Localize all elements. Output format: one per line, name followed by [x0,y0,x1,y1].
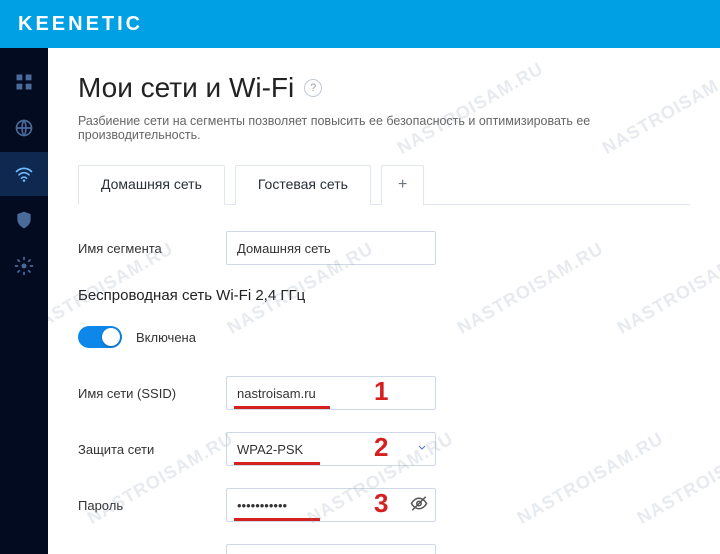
segment-name-input[interactable] [226,231,436,265]
segment-name-label: Имя сегмента [78,241,226,256]
wifi-enable-label: Включена [136,330,196,345]
row-security: Защита сети 2 [78,432,690,466]
sidebar-item-settings[interactable] [0,244,48,288]
row-schedule: Расписание работы [78,544,690,554]
dashboard-icon [14,72,34,92]
help-icon[interactable]: ? [304,79,322,97]
shield-icon [14,210,34,230]
tab-add[interactable]: + [381,165,424,205]
gear-icon [14,256,34,276]
security-label: Защита сети [78,442,226,457]
schedule-select[interactable] [226,544,436,554]
sidebar-item-wifi[interactable] [0,152,48,196]
tab-guest-network[interactable]: Гостевая сеть [235,165,371,205]
security-select[interactable] [226,432,436,466]
ssid-input[interactable] [226,376,436,410]
page-title-text: Мои сети и Wi-Fi [78,72,294,104]
tab-home-network[interactable]: Домашняя сеть [78,165,225,205]
globe-icon [14,118,34,138]
annotation-number-2: 2 [374,432,388,463]
ssid-label: Имя сети (SSID) [78,386,226,401]
row-password: Пароль 3 [78,488,690,522]
chevron-down-icon[interactable] [416,442,428,457]
eye-off-icon[interactable] [410,495,428,516]
wifi24-heading: Беспроводная сеть Wi-Fi 2,4 ГГц [78,287,690,304]
page-subtitle: Разбиение сети на сегменты позволяет пов… [78,114,690,142]
tab-label: Домашняя сеть [101,176,202,192]
row-segment-name: Имя сегмента [78,231,690,265]
annotation-number-1: 1 [374,376,388,407]
tab-label: Гостевая сеть [258,176,348,192]
sidebar-item-dashboard[interactable] [0,60,48,104]
annotation-number-3: 3 [374,488,388,519]
sidebar-item-internet[interactable] [0,106,48,150]
password-label: Пароль [78,498,226,513]
sidebar [0,48,48,554]
password-input[interactable] [226,488,436,522]
topbar: KEENETIC [0,0,720,48]
sidebar-item-security[interactable] [0,198,48,242]
annotation-underline [234,518,320,521]
wifi-icon [14,164,34,184]
wifi-enable-toggle[interactable] [78,326,122,348]
plus-icon: + [398,176,407,193]
row-wifi-enabled: Включена [78,326,690,348]
tabs: Домашняя сеть Гостевая сеть + [78,164,690,205]
annotation-underline [234,462,320,465]
content: Мои сети и Wi-Fi ? Разбиение сети на сег… [48,48,720,554]
page-title: Мои сети и Wi-Fi ? [78,72,690,104]
brand-logo: KEENETIC [18,13,143,36]
form: Имя сегмента Беспроводная сеть Wi-Fi 2,4… [78,231,690,554]
row-ssid: Имя сети (SSID) 1 [78,376,690,410]
annotation-underline [234,406,330,409]
